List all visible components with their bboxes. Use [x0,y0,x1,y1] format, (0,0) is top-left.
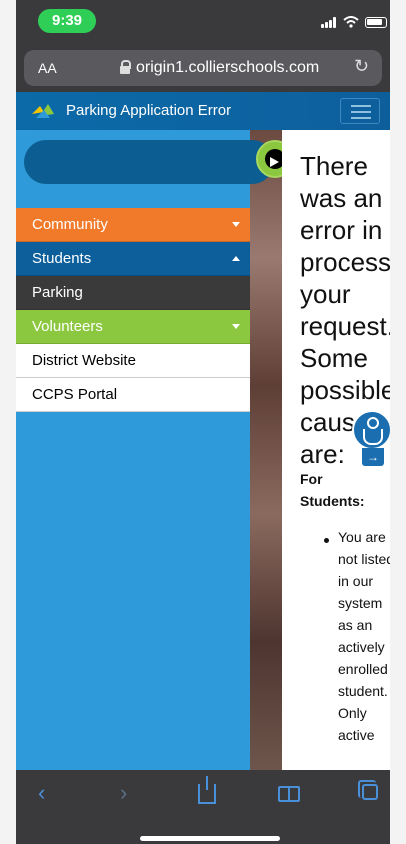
wifi-icon [343,16,359,28]
arrow-right-icon[interactable]: → [362,448,384,466]
share-icon[interactable] [198,776,216,804]
page-title: Parking Application Error [66,102,232,119]
text-size-button[interactable]: AA [38,60,57,76]
sidebar-item-label: Parking [32,284,83,301]
chevron-down-icon [232,324,240,329]
page-content: Community Students Parking Volunteers Di… [16,130,390,770]
sidebar: Community Students Parking Volunteers Di… [16,130,294,770]
sidebar-menu: Community Students Parking Volunteers Di… [16,208,250,412]
sidebar-item-label: CCPS Portal [32,386,118,403]
back-icon[interactable]: ‹ [38,780,45,806]
browser-toolbar: ‹ › [16,770,390,844]
sidebar-item-ccps-portal[interactable]: CCPS Portal [16,378,250,412]
sidebar-item-label: Volunteers [32,318,103,335]
battery-icon [365,17,387,28]
logo-icon [32,104,54,118]
bookmarks-icon[interactable] [278,786,300,802]
bullet-marker [324,538,329,543]
search-input[interactable] [24,140,274,184]
home-indicator [140,836,280,841]
address-bar[interactable]: AA origin1.collierschools.com ↻ [24,50,382,86]
url-text[interactable]: origin1.collierschools.com [136,59,319,77]
lock-icon [120,60,131,74]
chevron-up-icon [232,256,240,261]
phone-screen: 9:39 AA origin1.collierschools.com ↻ Par… [16,0,390,844]
menu-button[interactable] [340,98,380,124]
sidebar-item-community[interactable]: Community [16,208,250,242]
forward-icon[interactable]: › [120,780,127,806]
error-bullet: You are not listed in our system as an a… [338,529,390,743]
sidebar-item-parking[interactable]: Parking [16,276,250,310]
reload-icon[interactable]: ↻ [354,56,369,77]
browser-address-area: AA origin1.collierschools.com ↻ [16,44,390,92]
sidebar-item-label: Community [32,216,108,233]
sidebar-item-students[interactable]: Students [16,242,250,276]
tabs-icon[interactable] [358,780,378,800]
sidebar-item-volunteers[interactable]: Volunteers [16,310,250,344]
sidebar-item-label: Students [32,250,92,267]
status-bar: 9:39 [16,0,390,44]
error-group-title: For Students: [300,471,365,509]
chevron-down-icon [232,222,240,227]
sidebar-item-district-website[interactable]: District Website [16,344,250,378]
background-photo [250,130,284,770]
signal-icon [321,17,339,28]
accessibility-icon[interactable] [352,410,390,450]
sidebar-item-label: District Website [32,352,136,369]
site-header: Parking Application Error [16,92,390,130]
status-time: 9:39 [38,9,96,33]
